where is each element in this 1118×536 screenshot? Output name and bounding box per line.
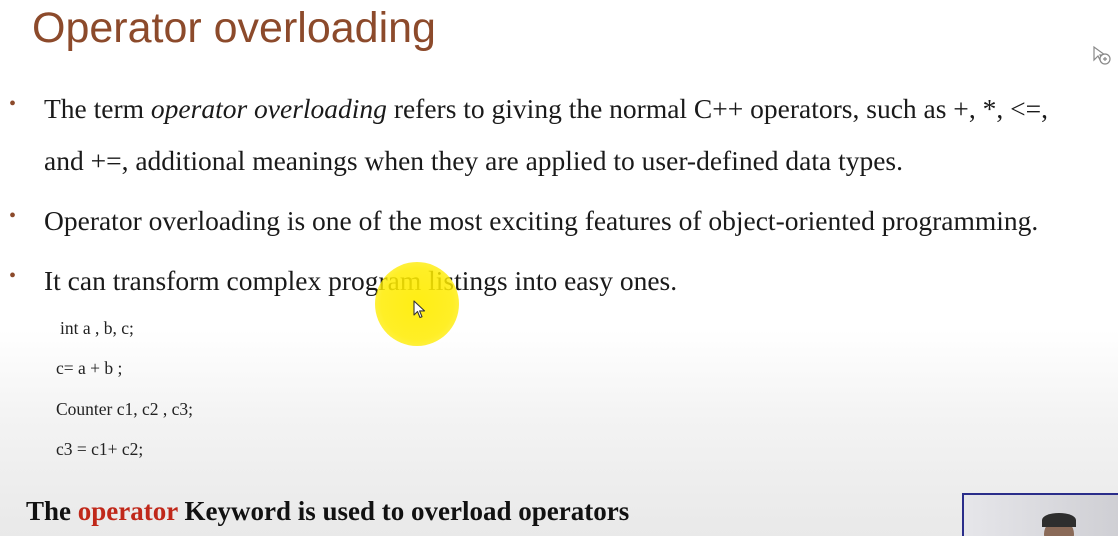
code-line: int a , b, c; [60, 318, 134, 338]
overlay-tool-icon[interactable] [1090, 44, 1112, 66]
bullet-item-1-line-1: The term operator overloading refers to … [44, 83, 1048, 135]
bullet-marker: • [9, 265, 17, 287]
mouse-pointer-icon [413, 300, 427, 320]
bullet-marker: • [9, 205, 17, 227]
footer-statement: The operator Keyword is used to overload… [26, 496, 629, 527]
bullet-text: The term [44, 93, 151, 124]
code-line: c3 = c1+ c2; [56, 439, 144, 459]
bullet-marker: • [9, 93, 17, 115]
presenter-video-thumbnail[interactable] [962, 493, 1118, 536]
bullet-text: refers to giving the normal C++ operator… [386, 93, 1048, 124]
code-line: Counter c1, c2 , c3; [56, 399, 194, 419]
bullet-item-2: Operator overloading is one of the most … [44, 205, 1039, 236]
presenter-hair [1042, 513, 1076, 527]
slide-title: Operator overloading [32, 4, 436, 52]
footer-text: The [26, 496, 78, 526]
operator-keyword: operator [77, 496, 178, 526]
emphasized-term: operator overloading [150, 93, 387, 124]
footer-text: Keyword is used to overload operators [177, 496, 630, 526]
bullet-item-1-line-2: and +=, additional meanings when they ar… [44, 145, 904, 176]
code-line: c= a + b ; [56, 358, 123, 378]
bullet-item-3: It can transform complex program listing… [44, 265, 678, 296]
